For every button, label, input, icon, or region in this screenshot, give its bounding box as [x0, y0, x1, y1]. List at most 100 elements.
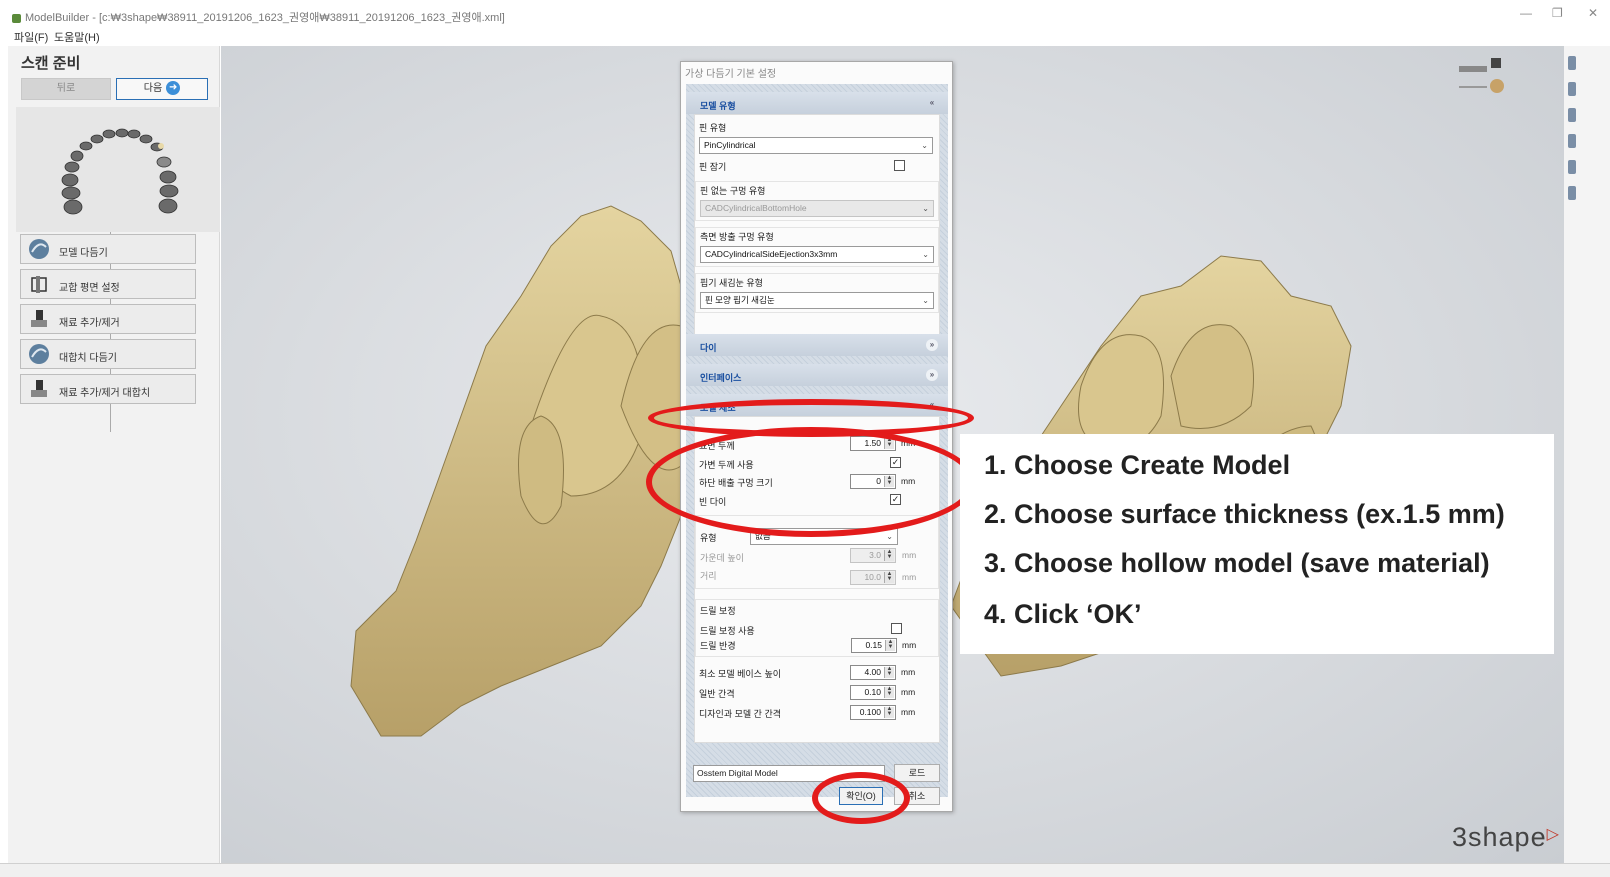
spinner-icon[interactable]: ▲ ▼	[884, 549, 894, 561]
pin-type-select[interactable]: PinCylindrical ⌄	[699, 137, 933, 154]
window-title-text: ModelBuilder - [c:₩3shape₩38911_20191206…	[25, 12, 505, 24]
window-title: ModelBuilder - [c:₩3shape₩38911_20191206…	[12, 9, 505, 25]
pinless-hole-select[interactable]: CADCylindricalBottomHole ⌄	[700, 200, 934, 217]
chevron-down-icon: ⌄	[886, 532, 893, 541]
next-button[interactable]: 다음 ➜	[116, 78, 208, 100]
step-trim-antagonist[interactable]: 대합치 다듬기	[20, 339, 196, 369]
menu-help[interactable]: 도움말(H)	[54, 29, 100, 45]
step-occlusal-plane[interactable]: 교합 평면 설정	[20, 269, 196, 299]
drill-use-checkbox[interactable]	[891, 623, 902, 634]
design-gap-value: 0.100	[859, 707, 881, 717]
center-height-input[interactable]: 3.0 ▲ ▼	[850, 548, 896, 563]
step-add-remove-antagonist[interactable]: 재료 추가/제거 대합치	[20, 374, 196, 404]
chevron-down-icon: ⌄	[922, 296, 929, 305]
chevron-down-icon: ⌄	[922, 250, 929, 259]
side-eject-select[interactable]: CADCylindricalSideEjection3x3mm ⌄	[700, 246, 934, 263]
brand-text: 3shape	[1452, 822, 1547, 852]
pinless-hole-value: CADCylindricalBottomHole	[705, 203, 807, 213]
design-gap-label: 디자인과 모델 간 간격	[699, 709, 782, 719]
min-base-label: 최소 모델 베이스 높이	[699, 669, 782, 679]
section-title: 다이	[700, 343, 717, 353]
back-button-label: 뒤로	[56, 83, 76, 94]
pin-type-label: 핀 유형	[699, 123, 727, 133]
title-bar: ModelBuilder - [c:₩3shape₩38911_20191206…	[0, 0, 1610, 26]
status-bar	[0, 863, 1610, 877]
pinless-hole-group: 핀 없는 구멍 유형 CADCylindricalBottomHole ⌄	[695, 181, 939, 221]
design-gap-input[interactable]: 0.100 ▲ ▼	[850, 705, 896, 720]
drill-compensation-group: 드릴 보정 드릴 보정 사용 드릴 반경 0.15 ▲ ▼ mm	[695, 599, 939, 657]
view-right-icon[interactable]	[1568, 134, 1576, 148]
load-button[interactable]: 로드	[894, 764, 940, 782]
distance-value: 10.0	[864, 572, 881, 582]
expand-icon[interactable]: »	[926, 369, 938, 381]
spinner-icon[interactable]: ▲ ▼	[884, 666, 894, 678]
trim-antagonist-icon	[29, 344, 49, 364]
brand-triangle-icon: ▷	[1546, 826, 1560, 843]
section-model-type[interactable]: 모델 유형 «	[686, 92, 948, 114]
step-label: 대합치 다듬기	[59, 353, 117, 364]
chevron-down-icon: ⌄	[922, 204, 929, 213]
view-top-icon[interactable]	[1568, 56, 1576, 70]
view-left-icon[interactable]	[1568, 108, 1576, 122]
unit-label: mm	[902, 572, 917, 582]
view-back-icon[interactable]	[1568, 160, 1576, 174]
expand-icon[interactable]: »	[926, 339, 938, 351]
pin-hole-checkbox[interactable]	[894, 160, 905, 171]
side-eject-label: 측면 방출 구멍 유형	[700, 232, 774, 242]
side-eject-value: CADCylindricalSideEjection3x3mm	[705, 249, 838, 259]
center-height-value: 3.0	[869, 550, 881, 560]
view-bottom-icon[interactable]	[1568, 186, 1576, 200]
brand-logo: 3shape▷	[1452, 822, 1560, 853]
unit-label: mm	[901, 667, 916, 677]
restore-button[interactable]: ❐	[1552, 6, 1563, 20]
min-base-value: 4.00	[864, 667, 881, 677]
app-icon	[12, 13, 21, 23]
step-label: 재료 추가/제거 대합치	[59, 388, 151, 399]
instruction-callout: 1. Choose Create Model 2. Choose surface…	[960, 434, 1554, 654]
drill-radius-input[interactable]: 0.15 ▲ ▼	[851, 638, 897, 653]
section-title: 인터페이스	[700, 373, 742, 383]
instruction-line-2: 2. Choose surface thickness (ex.1.5 mm)	[984, 499, 1505, 529]
minimize-button[interactable]: —	[1520, 6, 1532, 20]
unit-label: mm	[902, 550, 917, 560]
view-front-icon[interactable]	[1568, 82, 1576, 96]
workflow-panel: 스캔 준비 뒤로 다음 ➜ 모델 다듬기 교합 평면 설정 재료 추가/제거 대합…	[8, 46, 220, 863]
jaw-thumbnail	[16, 107, 220, 232]
general-gap-input[interactable]: 0.10 ▲ ▼	[850, 685, 896, 700]
side-eject-group: 측면 방출 구멍 유형 CADCylindricalSideEjection3x…	[695, 227, 939, 267]
unit-label: mm	[901, 707, 916, 717]
pin-hole-label: 핀 잠기	[699, 162, 727, 172]
drill-mark-value: 핀 모양 핍기 새김눈	[705, 295, 775, 305]
dental-arch-icon	[61, 128, 179, 215]
center-height-label: 가운데 높이	[700, 553, 744, 563]
menu-file[interactable]: 파일(F)	[14, 29, 48, 45]
drill-use-label: 드릴 보정 사용	[700, 626, 755, 636]
step-trim-model[interactable]: 모델 다듬기	[20, 234, 196, 264]
back-button[interactable]: 뒤로	[21, 78, 111, 100]
step-add-remove-material[interactable]: 재료 추가/제거	[20, 304, 196, 334]
arrow-right-icon: ➜	[166, 81, 181, 96]
spinner-icon[interactable]: ▲ ▼	[884, 571, 894, 583]
spinner-icon[interactable]: ▲ ▼	[885, 639, 895, 651]
instruction-line-4: 4. Click ‘OK’	[984, 599, 1142, 629]
section-die[interactable]: 다이 »	[686, 334, 948, 356]
general-gap-label: 일반 간격	[699, 689, 735, 699]
min-base-input[interactable]: 4.00 ▲ ▼	[850, 665, 896, 680]
close-button[interactable]: ✕	[1588, 6, 1598, 20]
section-interface[interactable]: 인터페이스 »	[686, 364, 948, 386]
pinless-hole-label: 핀 없는 구멍 유형	[700, 186, 766, 196]
step-label: 교합 평면 설정	[59, 283, 120, 294]
drill-mark-label: 핍기 새김눈 유형	[700, 278, 763, 288]
model-type-panel: 핀 유형 PinCylindrical ⌄ 핀 잠기 핀 없는 구멍 유형 CAD…	[694, 114, 940, 354]
next-button-label: 다음	[143, 83, 163, 94]
spinner-icon[interactable]: ▲ ▼	[884, 686, 894, 698]
drill-mark-select[interactable]: 핀 모양 핍기 새김눈 ⌄	[700, 292, 934, 309]
spinner-icon[interactable]: ▲ ▼	[884, 706, 894, 718]
right-toolbar	[1564, 46, 1610, 863]
pin-type-value: PinCylindrical	[704, 140, 756, 150]
material-tool-icon	[31, 310, 47, 327]
step-label: 재료 추가/제거	[59, 318, 120, 329]
highlight-surface-hollow	[646, 427, 976, 537]
distance-input[interactable]: 10.0 ▲ ▼	[850, 570, 896, 585]
collapse-icon[interactable]: «	[926, 97, 938, 109]
